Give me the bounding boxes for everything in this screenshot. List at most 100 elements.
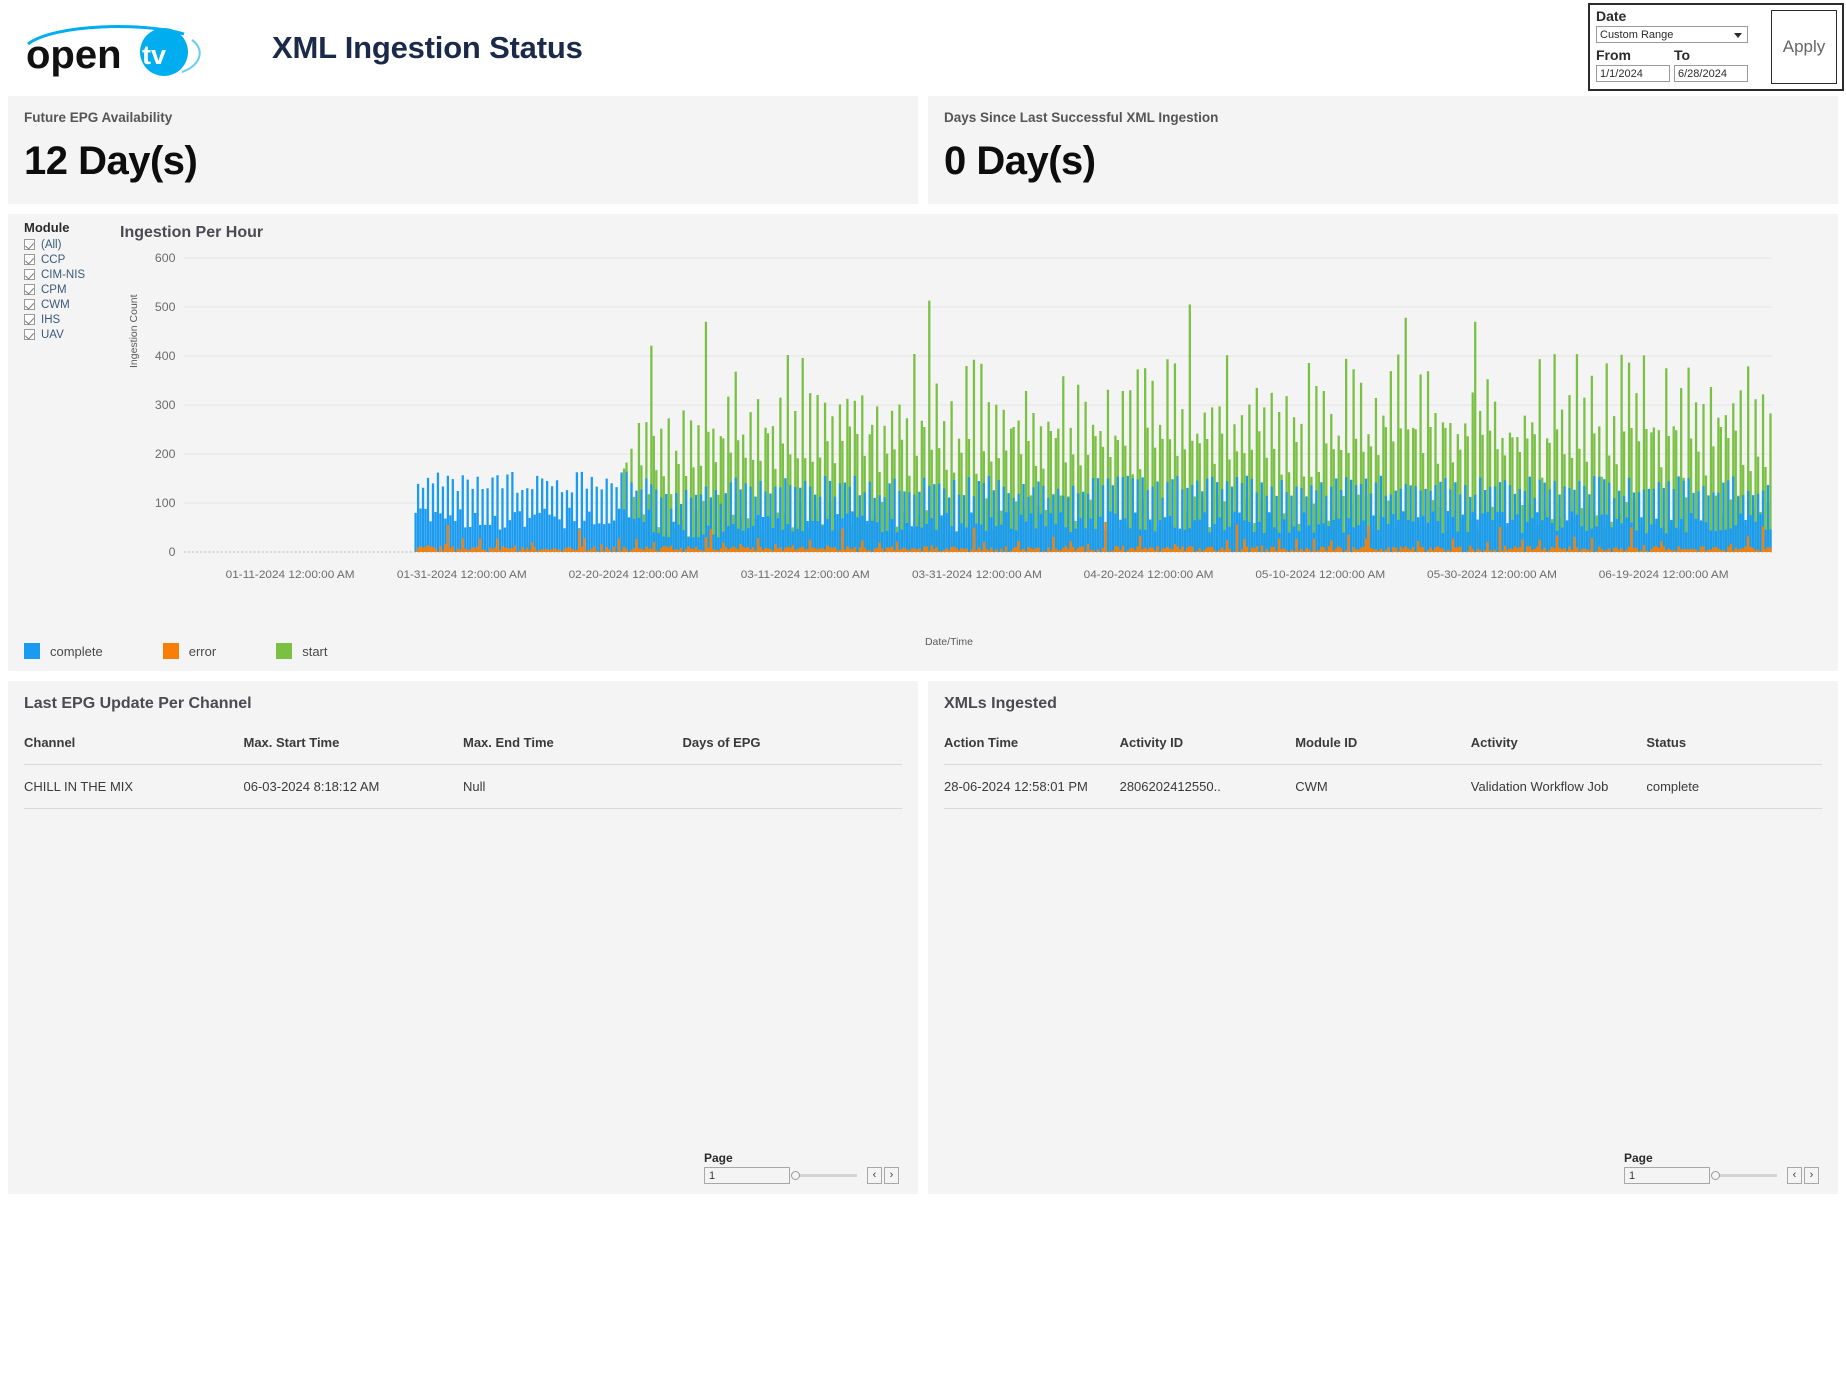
checkbox-checked-icon[interactable] [24,239,35,250]
table-cell: 28-06-2024 12:58:01 PM [944,764,1120,809]
module-filter-item[interactable]: CCP [24,252,124,267]
legend-item[interactable]: complete [24,643,103,659]
svg-text:200: 200 [155,447,176,461]
checkbox-checked-icon[interactable] [24,284,35,295]
legend-label: complete [50,643,103,659]
pager-label: Page [1624,1151,1653,1165]
svg-text:01-11-2024 12:00:00 AM: 01-11-2024 12:00:00 AM [226,568,355,581]
to-date-input[interactable]: 6/28/2024 [1674,65,1748,82]
table-row[interactable]: 28-06-2024 12:58:01 PM 2806202412550.. CWM… [944,764,1822,809]
next-page-button[interactable]: › [1804,1167,1819,1184]
xmls-ingested-table: Action Time Activity ID Module ID Activity S… [944,735,1822,809]
checkbox-checked-icon[interactable] [24,299,35,310]
legend-color-swatch [276,643,293,659]
last-epg-update-panel: Last EPG Update Per Channel Channel Max. … [8,681,918,1194]
legend-item[interactable]: start [276,643,328,659]
next-page-button[interactable]: › [884,1167,899,1184]
pagination-control: Page 1 ‹ › [1624,1151,1824,1184]
table-row[interactable]: CHILL IN THE MIX 06-03-2024 8:18:12 AM Nul… [24,764,902,809]
kpi-value: 0 Day(s) [944,139,1096,183]
svg-text:05-10-2024 12:00:00 AM: 05-10-2024 12:00:00 AM [1255,568,1385,581]
column-header[interactable]: Module ID [1295,735,1471,765]
date-range-value: Custom Range [1600,28,1674,41]
module-filter-item[interactable]: IHS [24,312,124,327]
date-range-select[interactable]: Custom Range [1596,26,1748,43]
svg-text:03-11-2024 12:00:00 AM: 03-11-2024 12:00:00 AM [741,568,870,581]
module-filter-item-label: UAV [41,328,64,341]
column-header[interactable]: Activity [1470,735,1647,765]
checkbox-checked-icon[interactable] [24,329,35,340]
column-header[interactable]: Max. Start Time [243,735,463,765]
chevron-down-icon [1734,33,1742,38]
column-header[interactable]: Action Time [944,735,1120,765]
page-number-input[interactable]: 1 [1624,1167,1710,1184]
page-number-input[interactable]: 1 [704,1167,790,1184]
kpi-card-days-since-ingestion: Days Since Last Successful XML Ingestion… [928,96,1838,204]
legend-item[interactable]: error [162,643,216,659]
svg-text:06-19-2024 12:00:00 AM: 06-19-2024 12:00:00 AM [1599,568,1729,581]
svg-text:500: 500 [155,300,176,314]
checkbox-checked-icon[interactable] [24,269,35,280]
kpi-title: Days Since Last Successful XML Ingestion [944,110,1219,125]
pager-label: Page [704,1151,733,1165]
column-header[interactable]: Max. End Time [463,735,683,765]
from-date-input[interactable]: 1/1/2024 [1596,65,1670,82]
from-label: From [1596,47,1631,63]
column-header[interactable]: Channel [24,735,244,765]
svg-text:03-31-2024 12:00:00 AM: 03-31-2024 12:00:00 AM [912,568,1042,581]
page-slider[interactable] [791,1167,857,1184]
column-header[interactable]: Status [1646,735,1822,765]
module-filter-item[interactable]: CIM-NIS [24,267,124,282]
svg-text:05-30-2024 12:00:00 AM: 05-30-2024 12:00:00 AM [1427,568,1557,581]
module-filter-item[interactable]: (All) [24,237,124,252]
module-filter-title: Module [24,220,70,235]
table-header-row: Action Time Activity ID Module ID Activity S… [944,735,1822,765]
chart-plot-area[interactable]: Ingestion Count 0 100 200 300 400 500 600 01-11… [120,250,1778,648]
slider-handle[interactable] [1711,1171,1720,1180]
chart-x-axis-label: Date/Time [924,636,974,648]
slider-handle[interactable] [791,1171,800,1180]
svg-text:400: 400 [155,349,176,363]
kpi-title: Future EPG Availability [24,110,173,125]
checkbox-checked-icon[interactable] [24,254,35,265]
module-filter-item-label: (All) [41,238,62,251]
date-filter-panel: Date Custom Range From To 1/1/2024 6/28/… [1588,3,1844,91]
page-slider[interactable] [1711,1167,1777,1184]
prev-page-button[interactable]: ‹ [1787,1167,1802,1184]
module-filter-list: (All) CCP CIM-NIS CPM CWM IHS UAV [24,237,124,342]
svg-text:02-20-2024 12:00:00 AM: 02-20-2024 12:00:00 AM [569,568,699,581]
column-header[interactable]: Activity ID [1119,735,1296,765]
kpi-row: Future EPG Availability 12 Day(s) Days S… [0,96,1846,204]
module-filter-item-label: CCP [41,253,66,266]
tables-row: Last EPG Update Per Channel Channel Max. … [0,671,1846,1194]
to-label: To [1674,47,1691,63]
checkbox-checked-icon[interactable] [24,314,35,325]
table-cell [682,764,902,809]
column-header[interactable]: Days of EPG [682,735,902,765]
table-title: Last EPG Update Per Channel [24,695,252,712]
svg-text:0: 0 [169,545,176,559]
chart-legend: complete error start [24,643,328,659]
legend-color-swatch [24,643,40,659]
apply-button[interactable]: Apply [1771,10,1837,84]
module-filter-item[interactable]: CWM [24,297,124,312]
svg-text:01-31-2024 12:00:00 AM: 01-31-2024 12:00:00 AM [397,568,527,581]
opentv-logo: open tv [24,22,216,78]
chart-svg: 0 100 200 300 400 500 600 01-11-2024 12:00:00 A… [155,251,1772,581]
kpi-value: 12 Day(s) [24,139,198,183]
svg-text:open: open [26,33,122,77]
table-cell: CHILL IN THE MIX [24,764,244,809]
prev-page-button[interactable]: ‹ [867,1167,882,1184]
module-filter-item[interactable]: UAV [24,327,124,342]
module-filter-item-label: CPM [41,283,67,296]
module-filter-item[interactable]: CPM [24,282,124,297]
slider-track [796,1174,857,1177]
table-cell: CWM [1295,764,1471,809]
svg-text:tv: tv [142,40,166,70]
app-header: open tv XML Ingestion Status Date Custom… [0,0,1846,96]
module-filter-item-label: IHS [41,313,61,326]
svg-text:04-20-2024 12:00:00 AM: 04-20-2024 12:00:00 AM [1084,568,1214,581]
chart-title: Ingestion Per Hour [120,224,264,241]
last-epg-update-table: Channel Max. Start Time Max. End Time Days … [24,735,902,809]
ingestion-chart-panel: Module (All) CCP CIM-NIS CPM CWM IHS UAV Inges… [8,214,1838,671]
